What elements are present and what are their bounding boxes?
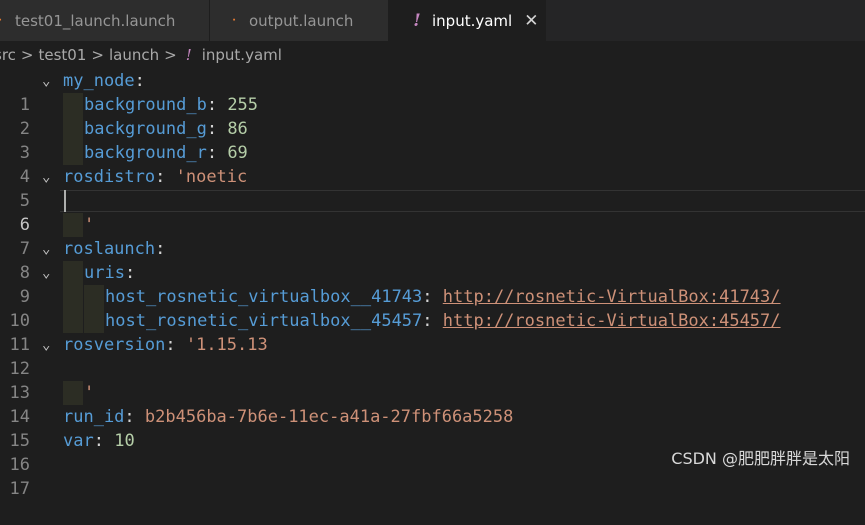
yaml-colon: : <box>165 335 186 355</box>
close-icon[interactable]: ✕ <box>524 11 538 31</box>
yaml-exclaim-icon: ! <box>413 10 421 31</box>
yaml-colon: : <box>155 167 176 187</box>
yaml-colon: : <box>422 287 443 307</box>
line-number: 17 <box>9 479 30 499</box>
yaml-string-value: b2b456ba-7b6e-11ec-a41a-27fbf66a5258 <box>144 407 514 427</box>
yaml-colon: : <box>155 239 166 259</box>
code-line: 3 background_g: 86 <box>0 117 865 163</box>
code-line: 13 <box>0 357 865 403</box>
tab-label: test01_launch.launch <box>15 11 176 30</box>
code-line: 15 run_id: b2b456ba-7b6e-11ec-a41a-27fbf… <box>0 405 865 451</box>
url-link[interactable]: http://rosnetic-VirtualBox:45457/ <box>443 311 781 331</box>
yaml-string-value: ' <box>84 215 95 235</box>
chevron-down-icon[interactable]: ⌄ <box>42 237 50 261</box>
yaml-key: uris <box>84 263 125 283</box>
yaml-key: background_r <box>84 143 207 163</box>
tab-label: output.launch <box>249 11 354 30</box>
yaml-key: run_id <box>63 407 125 427</box>
url-link[interactable]: http://rosnetic-VirtualBox:41743/ <box>443 287 781 307</box>
chevron-down-icon[interactable]: ⌄ <box>42 333 50 357</box>
code-line: 10 host_rosnetic_virtualbox__41743: http… <box>0 285 865 331</box>
code-line: 11 host_rosnetic_virtualbox__45457: http… <box>0 309 865 355</box>
yaml-key: rosdistro <box>63 167 156 187</box>
breadcrumb-item-test01[interactable]: test01 <box>38 46 86 64</box>
yaml-colon: : <box>93 431 115 451</box>
yaml-key: host_rosnetic_virtualbox__45457 <box>105 311 423 331</box>
code-line: 1 ⌄ my_node: <box>0 69 865 115</box>
tab-bar: ᐧ test01_launch.launch ᐧ output.launch !… <box>0 0 865 41</box>
yaml-key: var <box>63 431 94 451</box>
chevron-down-icon[interactable]: ⌄ <box>42 165 50 189</box>
tab-test01-launch[interactable]: ᐧ test01_launch.launch <box>0 0 210 41</box>
breadcrumb-item-input-yaml[interactable]: input.yaml <box>202 46 282 64</box>
chevron-down-icon[interactable]: ⌄ <box>42 69 50 93</box>
yaml-value: 69 <box>227 143 248 163</box>
breadcrumb: src > test01 > launch > ! input.yaml <box>0 41 865 69</box>
yaml-colon: : <box>206 95 228 115</box>
yaml-key: host_rosnetic_virtualbox__41743 <box>105 287 423 307</box>
yaml-value: 255 <box>227 95 259 115</box>
code-editor[interactable]: 1 ⌄ my_node: 2 background_b: 255 3 backg… <box>0 69 865 499</box>
yaml-colon: : <box>124 263 136 283</box>
chevron-right-icon: > <box>164 46 177 64</box>
breadcrumb-item-launch[interactable]: launch <box>109 46 159 64</box>
chevron-right-icon: > <box>91 46 104 64</box>
rss-icon: ᐧ <box>0 13 6 29</box>
yaml-value: 10 <box>114 431 135 451</box>
breadcrumb-item-src[interactable]: src <box>0 46 16 64</box>
tab-input-yaml[interactable]: ! input.yaml ✕ <box>389 0 546 41</box>
yaml-colon: : <box>206 143 228 163</box>
yaml-key: my_node <box>63 71 135 91</box>
yaml-key: rosversion <box>63 335 166 355</box>
code-line: 14 ' <box>0 381 865 427</box>
code-line: 5 ⌄ rosdistro: 'noetic <box>0 165 865 211</box>
code-line: 8 ⌄ roslaunch: <box>0 237 865 283</box>
code-line: 2 background_b: 255 <box>0 93 865 139</box>
code-line: 4 background_r: 69 <box>0 141 865 187</box>
code-line: 7 ' <box>0 213 865 259</box>
watermark: CSDN @肥肥胖胖是太阳 <box>671 449 850 468</box>
yaml-key: roslaunch <box>63 239 156 259</box>
yaml-key: background_g <box>84 119 207 139</box>
yaml-value: 86 <box>227 119 248 139</box>
tab-label: input.yaml <box>432 11 513 30</box>
yaml-colon: : <box>124 407 145 427</box>
yaml-colon: : <box>422 311 443 331</box>
code-line: 9 ⌄ uris: <box>0 261 865 307</box>
rss-icon: ᐧ <box>231 12 237 29</box>
chevron-right-icon: > <box>20 46 34 64</box>
yaml-colon: : <box>134 71 145 91</box>
yaml-string-value: 'noetic <box>175 167 248 187</box>
yaml-string-value: '1.15.13 <box>185 335 268 355</box>
code-line: 12 ⌄ rosversion: '1.15.13 <box>0 333 865 379</box>
tab-output-launch[interactable]: ᐧ output.launch <box>210 0 389 41</box>
code-line: 6 <box>0 189 865 235</box>
yaml-key: background_b <box>84 95 207 115</box>
yaml-exclaim-icon: ! <box>185 46 192 64</box>
chevron-down-icon[interactable]: ⌄ <box>42 261 50 285</box>
yaml-colon: : <box>206 119 228 139</box>
yaml-string-value: ' <box>84 383 95 403</box>
